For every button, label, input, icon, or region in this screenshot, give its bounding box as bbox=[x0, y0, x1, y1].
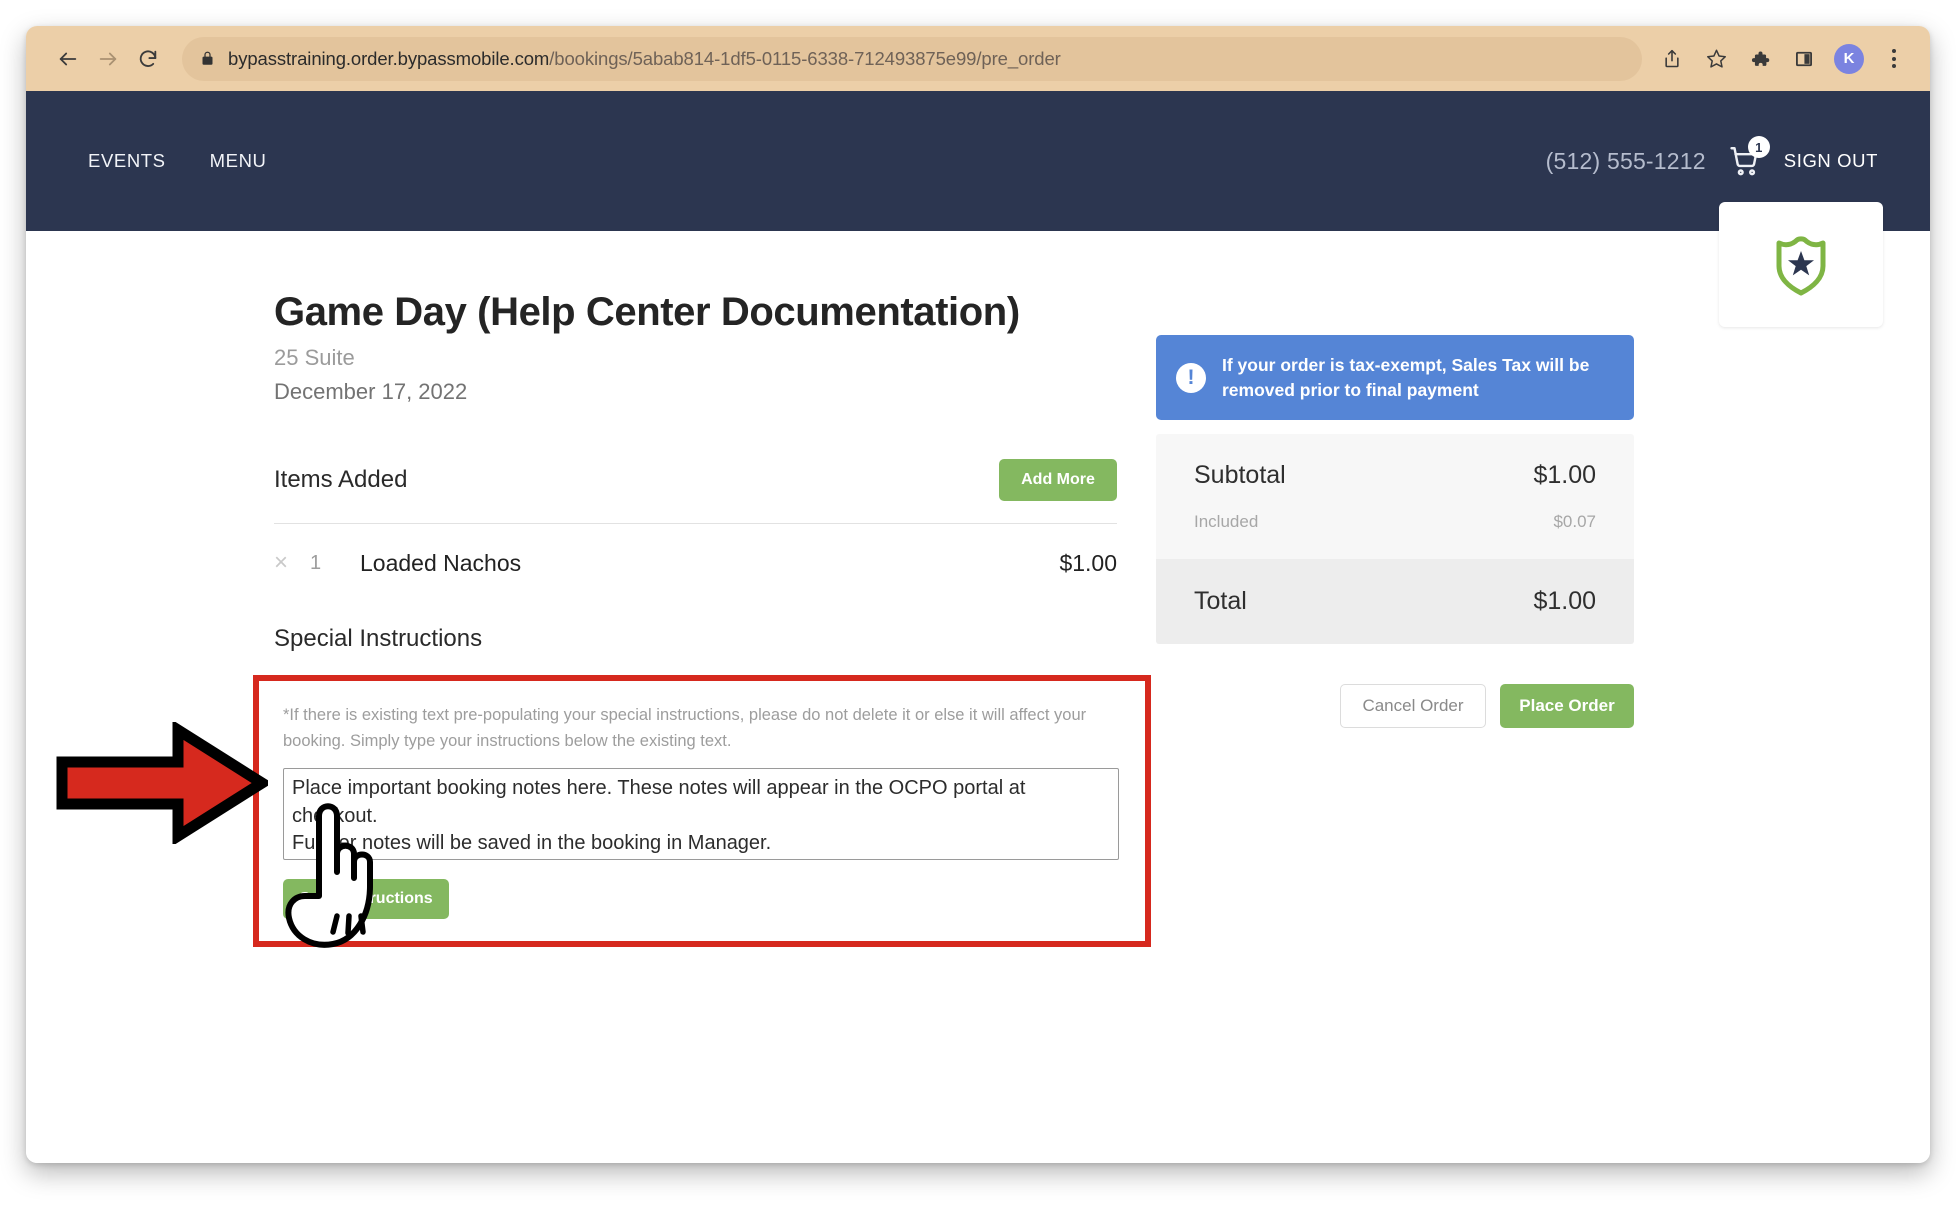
included-label: Included bbox=[1194, 512, 1259, 531]
page-title: Game Day (Help Center Documentation) bbox=[274, 290, 1020, 334]
special-instructions-highlight-box: *If there is existing text pre-populatin… bbox=[253, 675, 1151, 948]
url-text: bypasstraining.order.bypassmobile.com/bo… bbox=[228, 48, 1061, 70]
event-date: December 17, 2022 bbox=[274, 379, 468, 404]
items-added-header: Items Added Add More bbox=[274, 459, 1117, 501]
page-viewport: EVENTS MENU (512) 555-1212 1 SIGN OUT Ga… bbox=[26, 91, 1930, 1163]
subtotal-row: Subtotal $1.00 bbox=[1194, 461, 1596, 490]
browser-toolbar: bypasstraining.order.bypassmobile.com/bo… bbox=[26, 26, 1930, 91]
subtotal-label: Subtotal bbox=[1194, 461, 1286, 489]
share-icon[interactable] bbox=[1652, 39, 1692, 79]
total-label: Total bbox=[1194, 587, 1247, 615]
cart-button[interactable]: 1 bbox=[1728, 136, 1770, 178]
browser-window: bypasstraining.order.bypassmobile.com/bo… bbox=[26, 26, 1930, 1163]
exclamation-icon: ! bbox=[1176, 362, 1206, 393]
item-price: $1.00 bbox=[1059, 549, 1117, 576]
special-instructions-input[interactable] bbox=[283, 768, 1119, 861]
summary-total-block: Total $1.00 bbox=[1156, 559, 1634, 644]
order-summary-column: ! If your order is tax-exempt, Sales Tax… bbox=[1156, 289, 1676, 947]
cart-count-badge: 1 bbox=[1747, 136, 1770, 158]
nav-item-events[interactable]: EVENTS bbox=[88, 150, 166, 172]
header-right-cluster: (512) 555-1212 1 SIGN OUT bbox=[1545, 136, 1878, 178]
cancel-order-button[interactable]: Cancel Order bbox=[1340, 684, 1486, 728]
item-name: Loaded Nachos bbox=[360, 549, 522, 576]
included-row: Included $0.07 bbox=[1194, 512, 1596, 532]
lock-icon bbox=[200, 50, 215, 67]
puzzle-icon[interactable] bbox=[1740, 39, 1780, 79]
back-button[interactable] bbox=[48, 39, 88, 79]
remove-item-icon[interactable]: × bbox=[274, 549, 310, 577]
special-instructions-label: Special Instructions bbox=[274, 625, 483, 652]
profile-avatar[interactable]: K bbox=[1834, 43, 1864, 74]
item-quantity: 1 bbox=[310, 551, 322, 574]
support-phone: (512) 555-1212 bbox=[1545, 147, 1706, 174]
save-instructions-button[interactable]: Save Instructions bbox=[283, 879, 449, 920]
tax-exempt-message: If your order is tax-exempt, Sales Tax w… bbox=[1222, 355, 1590, 400]
event-suite: 25 Suite bbox=[274, 345, 355, 370]
url-path: /bookings/5abab814-1df5-0115-6338-712493… bbox=[549, 47, 1061, 69]
main-content: Game Day (Help Center Documentation) 25 … bbox=[26, 231, 1930, 948]
forward-button[interactable] bbox=[88, 39, 128, 79]
reload-button[interactable] bbox=[128, 39, 168, 79]
order-action-buttons: Cancel Order Place Order bbox=[1156, 684, 1634, 728]
total-value: $1.00 bbox=[1533, 587, 1596, 615]
nav-item-menu[interactable]: MENU bbox=[210, 150, 267, 172]
primary-nav: EVENTS MENU bbox=[88, 150, 267, 172]
order-details-column: Game Day (Help Center Documentation) 25 … bbox=[26, 289, 1156, 948]
add-more-button[interactable]: Add More bbox=[999, 459, 1117, 501]
tax-exempt-banner: ! If your order is tax-exempt, Sales Tax… bbox=[1156, 335, 1634, 420]
included-value: $0.07 bbox=[1553, 512, 1596, 531]
total-row: Total $1.00 bbox=[1194, 587, 1596, 616]
url-domain: bypasstraining.order.bypassmobile.com bbox=[228, 47, 550, 69]
screenshot-stage: bypasstraining.order.bypassmobile.com/bo… bbox=[0, 0, 1956, 1224]
toolbar-actions: K bbox=[1652, 39, 1914, 79]
site-header: EVENTS MENU (512) 555-1212 1 SIGN OUT bbox=[26, 91, 1930, 327]
special-instructions-hint: *If there is existing text pre-populatin… bbox=[283, 706, 1087, 750]
subtotal-value: $1.00 bbox=[1533, 461, 1596, 489]
kebab-menu-icon[interactable] bbox=[1874, 39, 1914, 79]
place-order-button[interactable]: Place Order bbox=[1500, 684, 1634, 728]
address-bar[interactable]: bypasstraining.order.bypassmobile.com/bo… bbox=[182, 36, 1642, 81]
sidebar-icon[interactable] bbox=[1784, 39, 1824, 79]
sign-out-link[interactable]: SIGN OUT bbox=[1784, 150, 1878, 172]
table-row: × 1 Loaded Nachos $1.00 bbox=[274, 549, 1117, 577]
summary-subtotal-block: Subtotal $1.00 Included $0.07 bbox=[1156, 434, 1634, 559]
items-divider bbox=[274, 523, 1117, 524]
star-icon[interactable] bbox=[1696, 39, 1736, 79]
items-added-label: Items Added bbox=[274, 466, 408, 493]
